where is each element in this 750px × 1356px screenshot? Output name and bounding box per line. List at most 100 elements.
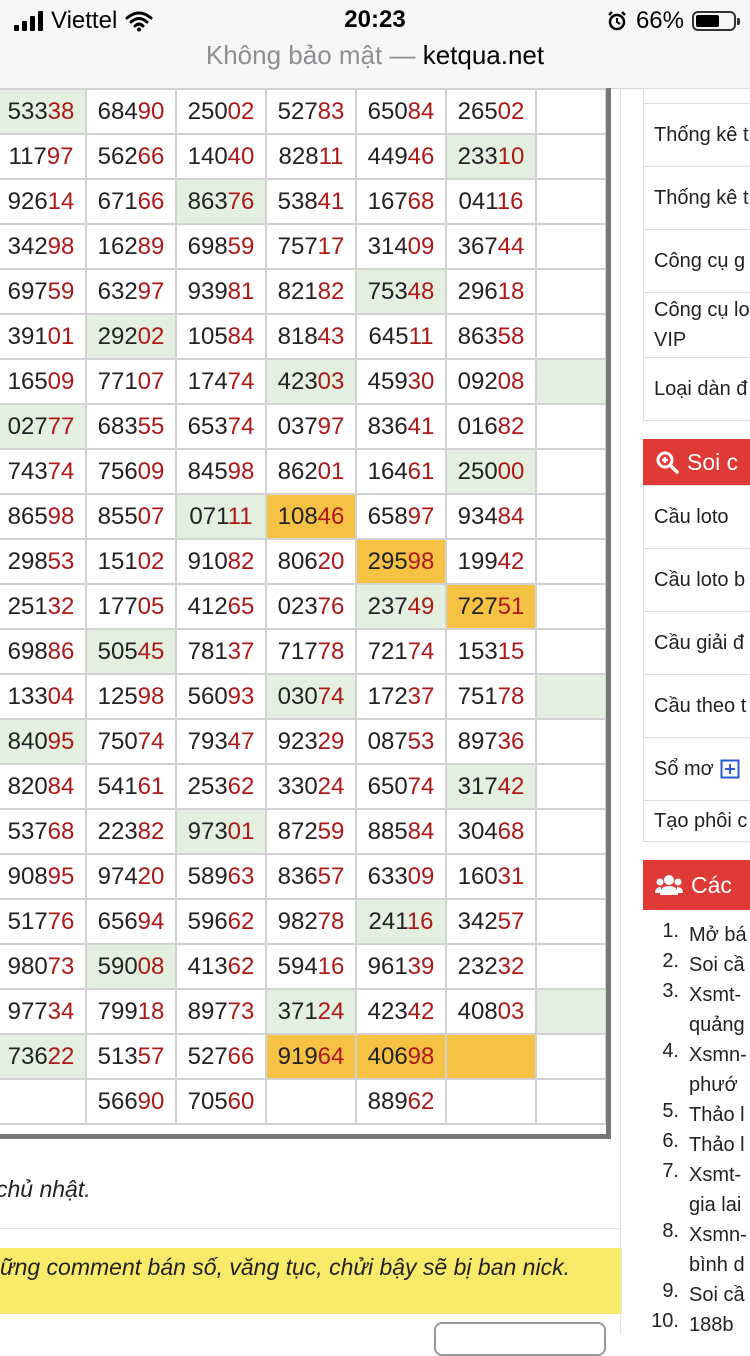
sidebar-item-stats-2[interactable]: Thống kê t	[644, 166, 750, 229]
sidebar-item-top[interactable]	[644, 89, 750, 103]
number-head: 721	[367, 637, 408, 665]
number-tail-digits: 09	[407, 862, 435, 890]
number-tail-digits: 73	[227, 997, 255, 1025]
number-head: 330	[277, 772, 318, 800]
result-cell: 75717	[265, 223, 357, 270]
sidebar-item-cau-giai[interactable]: Cầu giải đ	[644, 611, 750, 674]
table-row: 02777 68355 65374 03797 83641 01682	[0, 403, 607, 450]
table-row: 34298 16289 69859 75717 31409 36744	[0, 223, 607, 270]
number-tail-digits: 01	[227, 817, 255, 845]
search-plus-icon	[656, 451, 679, 474]
number-tail-digits: 03	[497, 997, 525, 1025]
number-head: 828	[278, 142, 319, 170]
list-item[interactable]: 6. Thảo l	[643, 1130, 750, 1160]
result-cell: 98073	[0, 943, 87, 990]
address-bar[interactable]: Không bảo mật — ketqua.net	[0, 40, 750, 71]
number-head: 855	[97, 502, 138, 530]
expand-plus-icon[interactable]	[720, 759, 740, 779]
number-head: 423	[367, 997, 408, 1025]
result-cell: 65074	[355, 763, 447, 810]
number-tail-digits: 43	[317, 322, 345, 350]
result-cell	[535, 673, 607, 720]
sidebar-item-tao-phoi[interactable]: Tạo phôi c	[644, 800, 750, 841]
sidebar-item-stats-1[interactable]: Thống kê t	[644, 103, 750, 166]
number-head: 821	[277, 277, 318, 305]
number-head: 406	[367, 1042, 408, 1070]
result-cell	[535, 178, 607, 225]
comment-input-box[interactable]	[434, 1322, 606, 1356]
number-tail-digits: 17	[317, 232, 345, 260]
number-head: 862	[277, 457, 318, 485]
number-head: 160	[457, 862, 498, 890]
result-cell: 86376	[175, 178, 267, 225]
list-item[interactable]: 10. 188b	[643, 1310, 750, 1340]
table-row: 98073 59008 41362 59416 96139 23232	[0, 943, 607, 990]
result-cell: 93484	[445, 493, 537, 540]
number-tail-digits: 73	[47, 952, 75, 980]
soi-cau-title: Soi c	[687, 448, 739, 475]
result-cell: 68355	[85, 403, 177, 450]
result-cell: 23232	[445, 943, 537, 990]
number-tail-digits: 39	[407, 952, 435, 980]
result-cell: 33024	[265, 763, 357, 810]
number-head: 799	[97, 997, 138, 1025]
number-head: 926	[7, 187, 48, 215]
result-cell: 40698	[355, 1033, 447, 1080]
list-item[interactable]: 9. Soi cầ	[643, 1280, 750, 1310]
result-cell: 12598	[85, 673, 177, 720]
result-cell	[535, 268, 607, 315]
number-head: 117	[8, 142, 47, 170]
number-head: 973	[187, 817, 228, 845]
number-head: 698	[7, 637, 48, 665]
result-cell: 96139	[355, 943, 447, 990]
list-item[interactable]: 3. Xsmt-quảng	[643, 980, 750, 1040]
result-cell: 02376	[265, 583, 357, 630]
result-cell: 63309	[355, 853, 447, 900]
result-cell: 82811	[265, 133, 357, 180]
table-row: 90895 97420 58963 83657 63309 16031	[0, 853, 607, 900]
result-cell: 86358	[445, 313, 537, 360]
number-head: 342	[457, 907, 498, 935]
number-tail-digits: 77	[47, 412, 75, 440]
result-cell: 75074	[85, 718, 177, 765]
result-cell: 82182	[265, 268, 357, 315]
list-item[interactable]: 1. Mở bá	[643, 920, 750, 950]
list-item[interactable]: 5. Thảo l	[643, 1100, 750, 1130]
table-row: 82084 54161 25362 33024 65074 31742	[0, 763, 607, 810]
number-head: 505	[97, 637, 138, 665]
list-item[interactable]: 7. Xsmt-gia lai	[643, 1160, 750, 1220]
number-head: 125	[97, 682, 138, 710]
number-tail-digits: 97	[317, 412, 345, 440]
result-cell: 29202	[85, 313, 177, 360]
result-cell: 51776	[0, 898, 87, 945]
result-cell: 52766	[175, 1033, 267, 1080]
list-item[interactable]: 4. Xsmn-phướ	[643, 1040, 750, 1100]
result-cell: 65374	[175, 403, 267, 450]
result-cell: 67166	[85, 178, 177, 225]
result-cell	[535, 358, 607, 405]
number-tail-digits: 32	[47, 592, 75, 620]
number-tail-digits: 84	[47, 772, 75, 800]
sidebar-item-tools-2-line2: VIP	[654, 329, 687, 351]
sidebar-item-tools-2[interactable]: Công cụ lo VIP	[644, 292, 750, 357]
number-head: 030	[277, 682, 318, 710]
result-cell: 89736	[445, 718, 537, 765]
sidebar-item-cau-theo[interactable]: Cầu theo t	[644, 674, 750, 737]
list-item[interactable]: 8. Xsmn-bình d	[643, 1220, 750, 1280]
number-head: 174	[187, 367, 228, 395]
list-item[interactable]: 2. Soi cầ	[643, 950, 750, 980]
sidebar-item-tools-1[interactable]: Công cụ g	[644, 229, 750, 292]
list-item-number: 4.	[662, 1040, 679, 1062]
table-row: 56690 70560 88962	[0, 1078, 607, 1125]
sidebar-item-cau-loto-b[interactable]: Cầu loto b	[644, 548, 750, 611]
number-tail-digits: 89	[137, 232, 165, 260]
result-cell: 29598	[355, 538, 447, 585]
table-note: chủ nhật.	[0, 1176, 91, 1202]
sidebar-item-so-mo[interactable]: Sổ mơ	[644, 737, 750, 800]
number-head: 756	[97, 457, 138, 485]
sidebar-item-cau-loto[interactable]: Cầu loto	[644, 486, 750, 548]
result-cell: 42342	[355, 988, 447, 1035]
sidebar-item-dan-type[interactable]: Loại dàn đ	[644, 357, 750, 420]
table-row: 73622 51357 52766 91964 40698	[0, 1033, 607, 1080]
result-cell: 25362	[175, 763, 267, 810]
